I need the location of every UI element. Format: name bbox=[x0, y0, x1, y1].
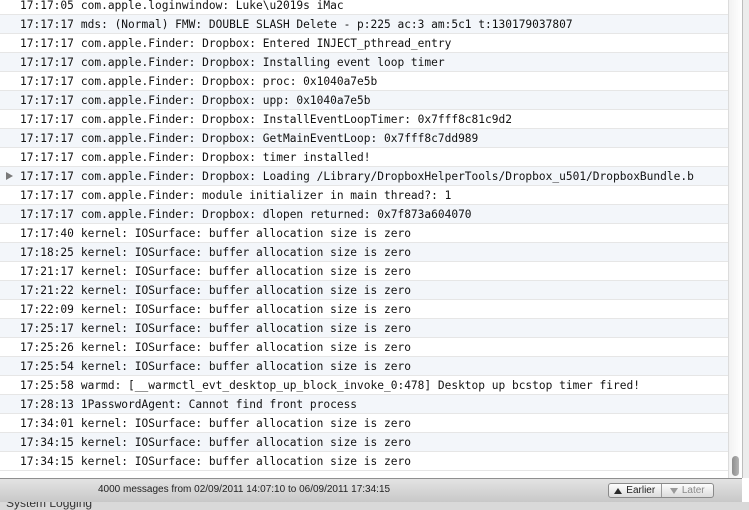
log-time: 17:25:58 bbox=[20, 379, 74, 392]
log-time: 17:21:22 bbox=[20, 284, 74, 297]
log-message: com.apple.Finder: Dropbox: Entered INJEC… bbox=[80, 37, 452, 50]
log-row[interactable]: 17:17:17 com.apple.Finder: Dropbox: dlope… bbox=[0, 205, 728, 224]
log-row[interactable]: 17:22:09 kernel: IOSurface: buffer alloca… bbox=[0, 300, 728, 319]
log-time: 17:28:13 bbox=[20, 398, 74, 411]
log-message: com.apple.Finder: Dropbox: Installing ev… bbox=[80, 56, 445, 69]
earlier-later-segmented-control[interactable]: Earlier Later bbox=[608, 483, 714, 498]
log-message: com.apple.Finder: Dropbox: proc: 0x1040a… bbox=[80, 75, 378, 88]
log-time: 17:17:17 bbox=[20, 75, 74, 88]
arrow-down-icon bbox=[669, 487, 678, 494]
log-message: kernel: IOSurface: buffer allocation siz… bbox=[80, 341, 411, 354]
log-row[interactable]: 17:17:17 mds: (Normal) FMW: DOUBLE SLASH … bbox=[0, 15, 728, 34]
log-message: kernel: IOSurface: buffer allocation siz… bbox=[80, 360, 411, 373]
log-message: kernel: IOSurface: buffer allocation siz… bbox=[80, 322, 411, 335]
log-row[interactable]: 17:17:17 com.apple.Finder: Dropbox: Loadi… bbox=[0, 167, 728, 186]
log-time: 17:17:40 bbox=[20, 227, 74, 240]
log-time: 17:34:15 bbox=[20, 436, 74, 449]
log-message: mds: (Normal) FMW: DOUBLE SLASH Delete -… bbox=[80, 18, 573, 31]
log-message: kernel: IOSurface: buffer allocation siz… bbox=[80, 284, 411, 297]
log-time: 17:17:17 bbox=[20, 94, 74, 107]
log-message: 1PasswordAgent: Cannot find front proces… bbox=[80, 398, 358, 411]
log-row[interactable]: 17:17:17 com.apple.Finder: Dropbox: Insta… bbox=[0, 110, 728, 129]
log-time: 17:17:05 bbox=[20, 0, 74, 12]
log-row[interactable]: 17:34:15 kernel: IOSurface: buffer alloca… bbox=[0, 452, 728, 471]
vertical-scrollbar[interactable] bbox=[728, 0, 742, 478]
log-time: 17:17:17 bbox=[20, 18, 74, 31]
later-button[interactable]: Later bbox=[660, 484, 714, 497]
log-row[interactable]: 17:17:17 com.apple.Finder: Dropbox: proc:… bbox=[0, 72, 728, 91]
log-time: 17:17:17 bbox=[20, 132, 74, 145]
log-time: 17:25:17 bbox=[20, 322, 74, 335]
log-time: 17:18:25 bbox=[20, 246, 74, 259]
log-message: com.apple.Finder: Dropbox: GetMainEventL… bbox=[80, 132, 479, 145]
later-label: Later bbox=[681, 485, 705, 496]
log-time: 17:34:01 bbox=[20, 417, 74, 430]
log-message: kernel: IOSurface: buffer allocation siz… bbox=[80, 417, 411, 430]
scrollbar-thumb[interactable] bbox=[732, 456, 739, 476]
log-time: 17:25:54 bbox=[20, 360, 74, 373]
background-window-edge: ol bbox=[742, 0, 749, 478]
log-message: com.apple.Finder: Dropbox: timer install… bbox=[80, 151, 371, 164]
log-time: 17:22:09 bbox=[20, 303, 74, 316]
log-message: kernel: IOSurface: buffer allocation siz… bbox=[80, 227, 411, 240]
log-row[interactable]: 17:25:58 warmd: [__warmctl_evt_desktop_up… bbox=[0, 376, 728, 395]
log-row[interactable]: 17:17:17 com.apple.Finder: Dropbox: Enter… bbox=[0, 34, 728, 53]
log-message: kernel: IOSurface: buffer allocation siz… bbox=[80, 303, 411, 316]
log-row[interactable]: 17:34:01 kernel: IOSurface: buffer alloca… bbox=[0, 414, 728, 433]
log-row[interactable]: 17:17:17 com.apple.Finder: module initial… bbox=[0, 186, 728, 205]
log-message: com.apple.Finder: Dropbox: InstallEventL… bbox=[80, 113, 512, 126]
disclosure-triangle-icon[interactable] bbox=[6, 172, 13, 180]
log-message: com.apple.Finder: Dropbox: Loading /Libr… bbox=[80, 170, 694, 183]
log-message: kernel: IOSurface: buffer allocation siz… bbox=[80, 455, 411, 468]
log-row[interactable]: 17:21:17 kernel: IOSurface: buffer alloca… bbox=[0, 262, 728, 281]
log-row[interactable]: 17:17:17 com.apple.Finder: Dropbox: upp: … bbox=[0, 91, 728, 110]
log-time: 17:17:17 bbox=[20, 189, 74, 202]
status-bar: 4000 messages from 02/09/2011 14:07:10 t… bbox=[0, 478, 742, 502]
log-row[interactable]: 17:17:17 com.apple.Finder: Dropbox: timer… bbox=[0, 148, 728, 167]
log-row[interactable]: 17:25:17 kernel: IOSurface: buffer alloca… bbox=[0, 319, 728, 338]
log-time: 17:17:17 bbox=[20, 170, 74, 183]
background-sidebar-strip: System Logging bbox=[0, 502, 749, 510]
log-message: kernel: IOSurface: buffer allocation siz… bbox=[80, 246, 411, 259]
log-message: com.apple.loginwindow: Luke\u2019s iMac bbox=[80, 0, 344, 12]
log-message: warmd: [__warmctl_evt_desktop_up_block_i… bbox=[80, 379, 640, 392]
earlier-label: Earlier bbox=[626, 485, 656, 496]
console-window: 17:17:05 com.apple.loginwindow: Luke\u201… bbox=[0, 0, 749, 510]
log-row[interactable]: 17:25:54 kernel: IOSurface: buffer alloca… bbox=[0, 357, 728, 376]
log-row[interactable]: 17:28:13 1PasswordAgent: Cannot find fron… bbox=[0, 395, 728, 414]
log-row[interactable]: 17:18:25 kernel: IOSurface: buffer alloca… bbox=[0, 243, 728, 262]
log-message: kernel: IOSurface: buffer allocation siz… bbox=[80, 265, 411, 278]
log-row[interactable]: 17:34:15 kernel: IOSurface: buffer alloca… bbox=[0, 433, 728, 452]
log-row[interactable]: 17:17:40 kernel: IOSurface: buffer alloca… bbox=[0, 224, 728, 243]
log-time: 17:34:15 bbox=[20, 455, 74, 468]
log-time: 17:17:17 bbox=[20, 151, 74, 164]
arrow-up-icon bbox=[614, 487, 623, 494]
log-row[interactable]: 17:17:17 com.apple.Finder: Dropbox: Insta… bbox=[0, 53, 728, 72]
log-message: com.apple.Finder: Dropbox: dlopen return… bbox=[80, 208, 472, 221]
log-message-list[interactable]: 17:17:05 com.apple.loginwindow: Luke\u201… bbox=[0, 0, 728, 478]
earlier-button[interactable]: Earlier bbox=[609, 484, 661, 497]
log-rows: 17:17:05 com.apple.loginwindow: Luke\u201… bbox=[0, 0, 728, 471]
log-time: 17:17:17 bbox=[20, 56, 74, 69]
message-count-summary: 4000 messages from 02/09/2011 14:07:10 t… bbox=[98, 484, 391, 495]
log-time: 17:21:17 bbox=[20, 265, 74, 278]
log-message: com.apple.Finder: Dropbox: upp: 0x1040a7… bbox=[80, 94, 371, 107]
log-row[interactable]: 17:25:26 kernel: IOSurface: buffer alloca… bbox=[0, 338, 728, 357]
log-row[interactable]: 17:17:17 com.apple.Finder: Dropbox: GetMa… bbox=[0, 129, 728, 148]
log-row[interactable]: 17:17:05 com.apple.loginwindow: Luke\u201… bbox=[0, 0, 728, 15]
log-time: 17:17:17 bbox=[20, 113, 74, 126]
log-message: kernel: IOSurface: buffer allocation siz… bbox=[80, 436, 411, 449]
log-row[interactable]: 17:21:22 kernel: IOSurface: buffer alloca… bbox=[0, 281, 728, 300]
log-time: 17:25:26 bbox=[20, 341, 74, 354]
log-time: 17:17:17 bbox=[20, 37, 74, 50]
log-message: com.apple.Finder: module initializer in … bbox=[80, 189, 452, 202]
log-time: 17:17:17 bbox=[20, 208, 74, 221]
background-sidebar-item-label: System Logging bbox=[6, 502, 93, 510]
